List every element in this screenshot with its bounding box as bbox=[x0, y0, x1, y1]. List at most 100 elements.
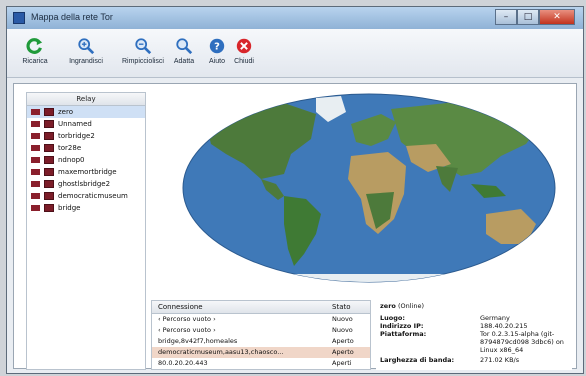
connection-state: Aperto bbox=[332, 348, 354, 356]
details-value: 271.02 KB/s bbox=[480, 356, 520, 364]
connection-list-header: Connessione Stato bbox=[152, 301, 370, 314]
minimize-button[interactable]: – bbox=[495, 9, 517, 25]
details-value: Germany bbox=[480, 314, 510, 322]
details-label: Larghezza di banda: bbox=[380, 356, 455, 364]
relay-details: zero (Online) Luogo: Germany Indirizzo IP:… bbox=[376, 300, 572, 370]
connection-rows: ‹ Percorso vuoto › Nuovo ‹ Percorso vuoto … bbox=[152, 314, 370, 369]
relay-item[interactable]: Unnamed bbox=[27, 118, 145, 130]
country-flag-icon bbox=[31, 181, 40, 187]
world-map[interactable] bbox=[166, 84, 572, 294]
details-label: Indirizzo IP: bbox=[380, 322, 424, 330]
connection-state: Aperti bbox=[332, 359, 352, 367]
relay-item[interactable]: torbridge2 bbox=[27, 130, 145, 142]
connection-name: ‹ Percorso vuoto › bbox=[158, 326, 216, 334]
country-flag-icon bbox=[31, 193, 40, 199]
zoom-out-icon bbox=[135, 38, 152, 55]
relay-name: Unnamed bbox=[58, 120, 92, 128]
details-relay-status: (Online) bbox=[397, 302, 424, 310]
content-area: Relay zero Unnamed torbridge2 tor28e ndnop0 m… bbox=[13, 83, 577, 370]
relay-device-icon bbox=[44, 168, 54, 176]
relay-device-icon bbox=[44, 120, 54, 128]
relay-device-icon bbox=[44, 204, 54, 212]
zoom-in-icon bbox=[78, 38, 95, 55]
details-label: Luogo: bbox=[380, 314, 405, 322]
connection-row[interactable]: 80.0.20.20.443 Aperti bbox=[152, 358, 370, 369]
world-map-svg bbox=[182, 93, 556, 283]
connection-state: Aperto bbox=[332, 337, 354, 345]
details-label: Piattaforma: bbox=[380, 330, 427, 338]
state-column-header[interactable]: Stato bbox=[332, 301, 351, 313]
connection-name: 80.0.20.20.443 bbox=[158, 359, 208, 367]
connection-row[interactable]: bridge,8v42f7,homeales Aperto bbox=[152, 336, 370, 347]
details-header: zero (Online) bbox=[380, 302, 424, 310]
relay-name: ghostlsbridge2 bbox=[58, 180, 111, 188]
relay-device-icon bbox=[44, 144, 54, 152]
title-bar[interactable]: Mappa della rete Tor – □ ✕ bbox=[7, 7, 583, 30]
relay-item[interactable]: zero bbox=[27, 106, 145, 118]
relay-item[interactable]: maxemortbridge bbox=[27, 166, 145, 178]
refresh-label: Ricarica bbox=[22, 58, 48, 65]
close-icon bbox=[236, 38, 252, 54]
close-button[interactable]: Chiudi bbox=[229, 37, 259, 65]
connection-row[interactable]: ‹ Percorso vuoto › Nuovo bbox=[152, 325, 370, 336]
refresh-icon bbox=[26, 38, 43, 54]
connection-state: Nuovo bbox=[332, 326, 353, 334]
relay-item[interactable]: bridge bbox=[27, 202, 145, 214]
relay-item[interactable]: tor28e bbox=[27, 142, 145, 154]
details-value: Tor 0.2.3.15-alpha (git-8794879cd098 3db… bbox=[480, 330, 564, 354]
relay-list: Relay zero Unnamed torbridge2 tor28e ndnop0 m… bbox=[26, 92, 146, 370]
window-title: Mappa della rete Tor bbox=[31, 12, 113, 22]
relay-name: bridge bbox=[58, 204, 81, 212]
close-label: Chiudi bbox=[234, 58, 254, 65]
window-controls: – □ ✕ bbox=[495, 9, 575, 25]
connection-state: Nuovo bbox=[332, 315, 353, 323]
details-value: 188.40.20.215 bbox=[480, 322, 528, 330]
relay-device-icon bbox=[44, 180, 54, 188]
relay-name: ndnop0 bbox=[58, 156, 85, 164]
relay-name: democraticmuseum bbox=[58, 192, 128, 200]
country-flag-icon bbox=[31, 157, 40, 163]
close-window-button[interactable]: ✕ bbox=[539, 9, 575, 25]
svg-text:?: ? bbox=[214, 42, 220, 53]
main-window: Mappa della rete Tor – □ ✕ Ricarica Ingr… bbox=[6, 6, 584, 374]
zoom-fit-label: Adatta bbox=[173, 58, 195, 65]
help-button[interactable]: ? Aiuto bbox=[203, 37, 231, 65]
country-flag-icon bbox=[31, 121, 40, 127]
connection-name: democraticmuseum,aasu13,chaosco... bbox=[158, 348, 284, 356]
connection-row[interactable]: ‹ Percorso vuoto › Nuovo bbox=[152, 314, 370, 325]
zoom-fit-button[interactable]: Adatta bbox=[167, 37, 201, 65]
zoom-in-button[interactable]: Ingrandisci bbox=[61, 37, 111, 65]
zoom-fit-icon bbox=[176, 38, 193, 55]
relay-name: torbridge2 bbox=[58, 132, 95, 140]
zoom-in-label: Ingrandisci bbox=[69, 58, 103, 65]
connection-list: Connessione Stato ‹ Percorso vuoto › Nuov… bbox=[151, 300, 371, 370]
country-flag-icon bbox=[31, 109, 40, 115]
country-flag-icon bbox=[31, 145, 40, 151]
relay-item[interactable]: democraticmuseum bbox=[27, 190, 145, 202]
zoom-out-label: Rimpicciolisci bbox=[121, 58, 164, 65]
relay-name: maxemortbridge bbox=[58, 168, 117, 176]
toolbar: Ricarica Ingrandisci Rimpicciolisci Adat… bbox=[7, 29, 583, 78]
relay-item[interactable]: ndnop0 bbox=[27, 154, 145, 166]
maximize-button[interactable]: □ bbox=[517, 9, 539, 25]
connection-name: ‹ Percorso vuoto › bbox=[158, 315, 216, 323]
app-icon bbox=[13, 12, 25, 24]
relay-device-icon bbox=[44, 192, 54, 200]
relay-name: tor28e bbox=[58, 144, 82, 152]
country-flag-icon bbox=[31, 205, 40, 211]
relay-device-icon bbox=[44, 132, 54, 140]
help-icon: ? bbox=[209, 38, 225, 54]
relay-item[interactable]: ghostlsbridge2 bbox=[27, 178, 145, 190]
connection-column-header[interactable]: Connessione bbox=[158, 301, 203, 313]
connection-row[interactable]: democraticmuseum,aasu13,chaosco... Aperto bbox=[152, 347, 370, 358]
help-label: Aiuto bbox=[209, 58, 225, 65]
refresh-button[interactable]: Ricarica bbox=[15, 37, 55, 65]
landmass-antarctica bbox=[196, 274, 546, 282]
relay-items: zero Unnamed torbridge2 tor28e ndnop0 maxemor… bbox=[27, 106, 145, 214]
connection-name: bridge,8v42f7,homeales bbox=[158, 337, 238, 345]
details-relay-name: zero bbox=[380, 302, 396, 310]
zoom-out-button[interactable]: Rimpicciolisci bbox=[115, 37, 171, 65]
country-flag-icon bbox=[31, 169, 40, 175]
relay-device-icon bbox=[44, 156, 54, 164]
relay-list-header[interactable]: Relay bbox=[27, 93, 145, 106]
